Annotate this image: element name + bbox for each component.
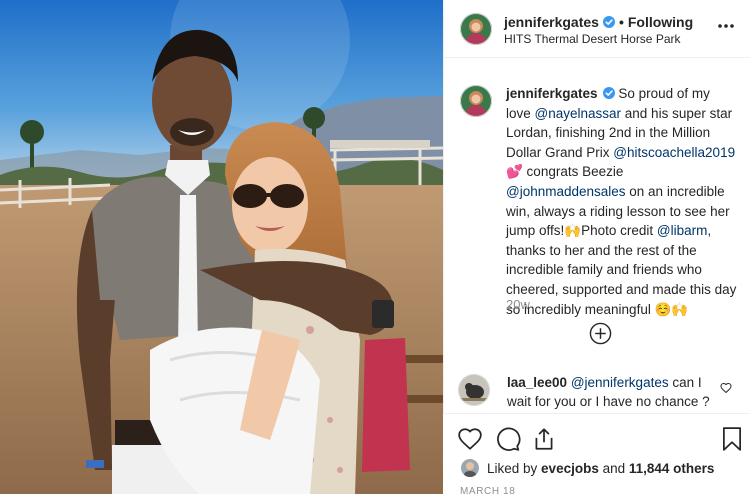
- plus-circle-icon[interactable]: [589, 322, 612, 350]
- bookmark-icon[interactable]: [721, 426, 747, 452]
- post-caption: jenniferkgates So proud of my love @naye…: [506, 84, 738, 319]
- post-date[interactable]: MARCH 18: [460, 486, 515, 497]
- caption-text-3: 💕 congrats Beezie: [506, 164, 624, 180]
- header-user-line: jenniferkgates • Following: [504, 14, 693, 30]
- mention-link[interactable]: @johnmaddensales: [506, 184, 626, 199]
- likes-count[interactable]: 11,844 others: [629, 461, 715, 476]
- following-button[interactable]: Following: [628, 14, 693, 30]
- comment-icon[interactable]: [495, 426, 521, 452]
- verified-badge-icon: [602, 16, 615, 28]
- more-horizontal-icon[interactable]: [716, 16, 736, 36]
- verified-badge-icon: [603, 87, 616, 99]
- liker-username[interactable]: evecjobs: [541, 461, 599, 476]
- mention-link[interactable]: @hitscoachella2019: [613, 145, 735, 160]
- liker-avatar[interactable]: [461, 459, 479, 477]
- caption-username[interactable]: jenniferkgates: [506, 86, 598, 101]
- caption-avatar[interactable]: [460, 85, 492, 117]
- likes-text: Liked by evecjobs and 11,844 others: [487, 461, 714, 476]
- likes-prefix: Liked by: [487, 460, 542, 476]
- caption-timestamp[interactable]: 20w: [506, 297, 530, 312]
- mention-link[interactable]: @libarm: [657, 223, 707, 238]
- post-location[interactable]: HITS Thermal Desert Horse Park: [504, 32, 681, 46]
- post-header: jenniferkgates • Following HITS Thermal De…: [444, 0, 750, 58]
- comment-like-heart-icon[interactable]: [720, 381, 732, 399]
- mention-link[interactable]: @jenniferkgates: [571, 375, 669, 390]
- share-icon[interactable]: [531, 426, 557, 452]
- photo-illustration: [0, 0, 443, 494]
- post-photo[interactable]: [0, 0, 443, 494]
- instagram-post: jenniferkgates • Following HITS Thermal De…: [0, 0, 750, 497]
- mention-link[interactable]: @nayelnassar: [535, 106, 622, 121]
- comment-item: laa_lee00 @jenniferkgates can I wait for…: [507, 373, 712, 411]
- heart-icon[interactable]: [457, 426, 483, 452]
- commenter-avatar[interactable]: [458, 374, 490, 406]
- author-username[interactable]: jenniferkgates: [504, 14, 599, 30]
- comment-username[interactable]: laa_lee00: [507, 375, 567, 390]
- likes-summary: Liked by evecjobs and 11,844 others: [461, 458, 714, 478]
- header-dot-separator: •: [618, 14, 624, 30]
- post-actions-bar: Liked by evecjobs and 11,844 others MARC…: [443, 413, 750, 497]
- likes-and: and: [598, 460, 629, 476]
- author-avatar[interactable]: [460, 13, 492, 45]
